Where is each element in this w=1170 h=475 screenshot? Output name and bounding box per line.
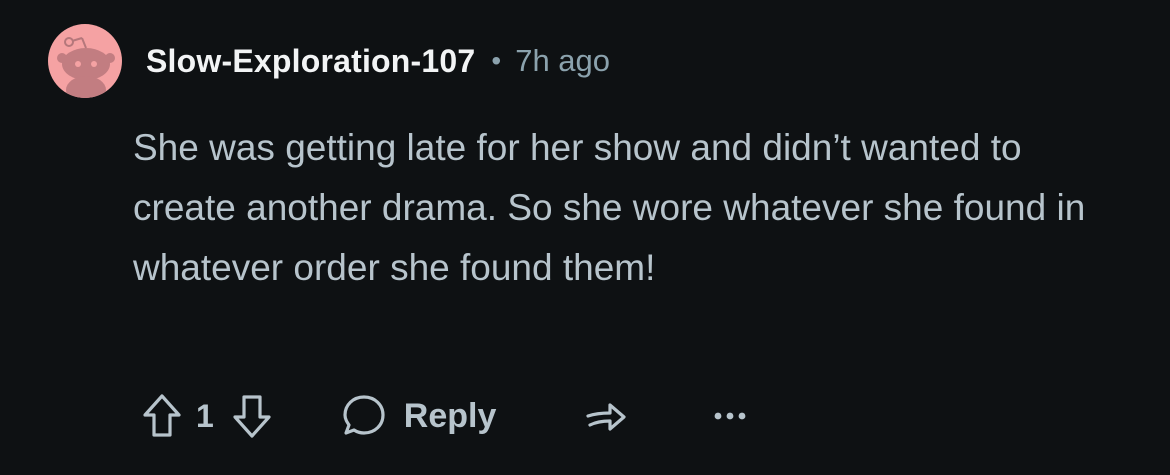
comment-text: She was getting late for her show and di… <box>133 127 1086 288</box>
snoo-avatar-icon <box>57 37 115 98</box>
arrow-down-icon[interactable] <box>230 391 274 441</box>
comment-header: Slow-Exploration-107 • 7h ago <box>48 24 610 98</box>
meta-separator: • <box>491 45 502 76</box>
ellipsis-icon[interactable] <box>712 410 748 422</box>
timestamp[interactable]: 7h ago <box>515 43 610 79</box>
speech-bubble-icon <box>340 392 388 440</box>
action-bar: 1 Reply <box>140 388 748 444</box>
reply-button[interactable]: Reply <box>340 392 497 440</box>
comment: Slow-Exploration-107 • 7h ago She was ge… <box>0 0 1170 475</box>
avatar[interactable] <box>48 24 122 98</box>
username[interactable]: Slow-Exploration-107 <box>146 43 475 80</box>
share-icon[interactable] <box>580 392 630 440</box>
vote-count: 1 <box>196 397 214 434</box>
reply-label: Reply <box>403 396 497 435</box>
arrow-up-icon[interactable] <box>140 391 184 441</box>
